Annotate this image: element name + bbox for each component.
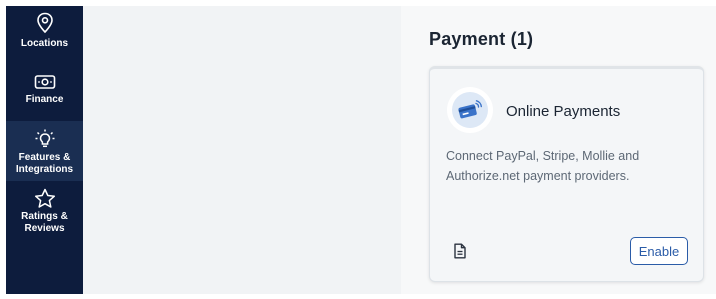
sidebar-item-features-integrations[interactable]: Features & Integrations — [6, 121, 83, 181]
sidebar-item-label: Ratings & Reviews — [21, 211, 68, 234]
content-area — [83, 6, 401, 294]
sidebar-item-locations[interactable]: Locations — [6, 12, 83, 66]
sidebar-item-label: Features & Integrations — [15, 152, 74, 175]
sidebar-item-label: Finance — [25, 94, 64, 105]
card-description: Connect PayPal, Stripe, Mollie and Autho… — [446, 149, 640, 183]
sidebar: Locations Finance Features & Integration… — [6, 6, 83, 294]
sidebar-item-finance[interactable]: Finance — [6, 74, 83, 120]
star-icon — [34, 188, 56, 209]
enable-button[interactable]: Enable — [630, 237, 688, 265]
money-icon — [34, 74, 56, 90]
lightbulb-icon — [34, 128, 56, 150]
integration-card: Online Payments Connect PayPal, Stripe, … — [429, 66, 704, 282]
card-title: Online Payments — [506, 103, 621, 120]
section-title: Payment (1) — [429, 29, 534, 49]
sidebar-item-ratings-reviews[interactable]: Ratings & Reviews — [6, 188, 83, 246]
credit-card-contactless-icon — [447, 87, 493, 133]
location-pin-icon — [36, 12, 54, 34]
sidebar-item-label: Locations — [20, 38, 69, 49]
document-icon[interactable] — [453, 243, 467, 259]
